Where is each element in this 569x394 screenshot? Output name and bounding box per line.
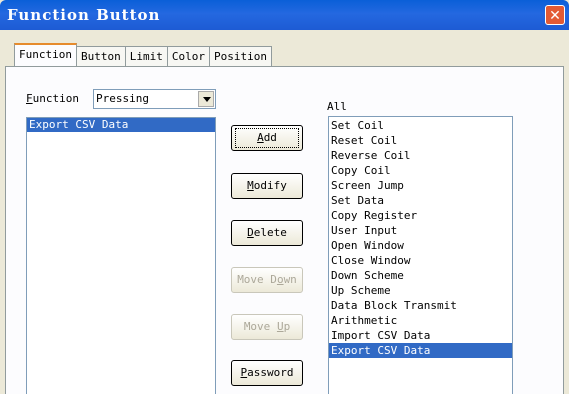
chevron-down-icon[interactable] bbox=[198, 91, 214, 107]
tab-bar: Function Button Limit Color Position bbox=[14, 43, 272, 66]
function-trigger-value: Pressing bbox=[96, 92, 149, 105]
list-item[interactable]: Open Window bbox=[329, 238, 512, 253]
list-item[interactable]: Export CSV Data bbox=[27, 118, 215, 132]
list-item[interactable]: Screen Jump bbox=[329, 178, 512, 193]
list-item[interactable]: Arithmetic bbox=[329, 313, 512, 328]
list-item[interactable]: Set Data bbox=[329, 193, 512, 208]
function-label: Function bbox=[26, 92, 79, 105]
list-item[interactable]: Set Coil bbox=[329, 118, 512, 133]
list-item[interactable]: Down Scheme bbox=[329, 268, 512, 283]
list-item[interactable]: Copy Register bbox=[329, 208, 512, 223]
move-up-button[interactable]: Move Up bbox=[231, 314, 303, 340]
delete-button[interactable]: Delete bbox=[231, 220, 303, 246]
list-item[interactable]: Data Block Transmit bbox=[329, 298, 512, 313]
title-bar[interactable]: Function Button ✕ bbox=[0, 0, 569, 30]
list-item[interactable]: Up Scheme bbox=[329, 283, 512, 298]
all-functions-label: All bbox=[327, 100, 347, 113]
password-button[interactable]: Password bbox=[231, 360, 303, 386]
tab-position[interactable]: Position bbox=[208, 46, 272, 66]
list-item[interactable]: Copy Coil bbox=[329, 163, 512, 178]
list-item[interactable]: User Input bbox=[329, 223, 512, 238]
tab-color[interactable]: Color bbox=[166, 46, 210, 66]
close-icon[interactable]: ✕ bbox=[545, 5, 565, 25]
tab-button[interactable]: Button bbox=[75, 46, 126, 66]
list-item[interactable]: Reverse Coil bbox=[329, 148, 512, 163]
window-title: Function Button bbox=[7, 6, 161, 24]
list-item[interactable]: Import CSV Data bbox=[329, 328, 512, 343]
list-item[interactable]: Close Window bbox=[329, 253, 512, 268]
move-down-button[interactable]: Move Down bbox=[231, 267, 303, 293]
modify-button[interactable]: Modify bbox=[231, 173, 303, 199]
function-trigger-select[interactable]: Pressing bbox=[93, 89, 216, 109]
add-button[interactable]: Add bbox=[231, 125, 303, 151]
tab-limit[interactable]: Limit bbox=[124, 46, 168, 66]
selected-functions-list[interactable]: Export CSV Data bbox=[26, 117, 216, 394]
all-functions-list[interactable]: Set Coil Reset Coil Reverse Coil Copy Coil S… bbox=[328, 116, 513, 394]
list-item[interactable]: Export CSV Data bbox=[329, 343, 512, 358]
tab-function[interactable]: Function bbox=[14, 43, 77, 66]
list-item[interactable]: Reset Coil bbox=[329, 133, 512, 148]
